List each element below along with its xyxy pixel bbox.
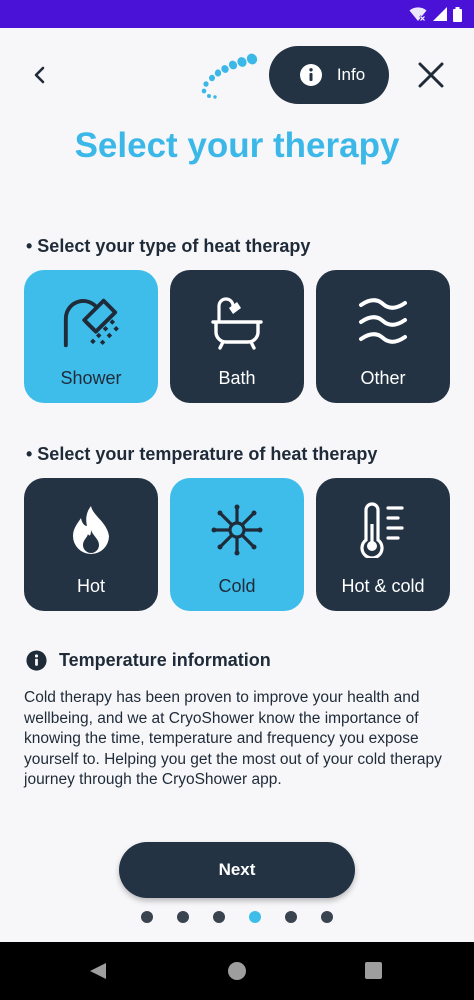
page-indicator <box>0 911 474 923</box>
wifi-icon <box>409 7 427 22</box>
temperature-option-label: Hot <box>76 576 105 596</box>
page-title: Select your therapy <box>74 126 400 165</box>
page-dot <box>285 911 297 923</box>
system-navigation-bar <box>0 942 474 1000</box>
chevron-left-icon <box>34 66 45 84</box>
info-button[interactable]: Info <box>269 46 389 104</box>
temperature-info-title: Temperature information <box>59 650 271 670</box>
therapy-option-label: Bath <box>218 368 256 388</box>
temperature-option-cold[interactable]: Cold <box>170 478 304 611</box>
close-button[interactable] <box>416 60 446 90</box>
snowflake-icon <box>211 504 263 556</box>
temperature-info-header: Temperature information <box>26 650 271 671</box>
status-bar <box>0 0 474 28</box>
temperature-option-hot[interactable]: Hot <box>24 478 158 611</box>
therapy-option-label: Shower <box>60 368 122 388</box>
temperature-heading: • Select your temperature of heat therap… <box>26 444 378 464</box>
temperature-option-label: Hot & cold <box>341 576 425 596</box>
cryoshower-logo-icon <box>201 53 258 99</box>
page-dot <box>213 911 225 923</box>
temperature-options: Hot Cold Hot & cold <box>24 478 450 611</box>
therapy-option-label: Other <box>360 368 406 388</box>
info-icon <box>299 64 322 86</box>
therapy-option-other[interactable]: Other <box>316 270 450 403</box>
back-button[interactable] <box>26 62 52 88</box>
therapy-option-shower[interactable]: Shower <box>24 270 158 403</box>
nav-recents-icon[interactable] <box>365 962 382 979</box>
page-dot <box>141 911 153 923</box>
info-button-label: Info <box>336 65 366 84</box>
nav-back-icon[interactable] <box>89 962 107 980</box>
therapy-type-options: Shower Bath Other <box>24 270 450 403</box>
page-dot-active <box>249 911 261 923</box>
temperature-option-label: Cold <box>218 576 256 596</box>
status-icons <box>409 6 462 22</box>
info-icon <box>26 650 47 671</box>
close-icon <box>418 62 444 88</box>
next-button[interactable]: Next <box>119 842 355 898</box>
flame-icon <box>73 506 109 554</box>
therapy-type-heading: • Select your type of heat therapy <box>26 236 311 256</box>
waves-icon <box>359 298 407 344</box>
bathtub-icon <box>211 297 263 350</box>
thermometer-icon <box>360 502 404 558</box>
nav-home-icon[interactable] <box>228 962 246 980</box>
page-dot <box>177 911 189 923</box>
signal-icon <box>433 7 447 21</box>
temperature-option-hot-and-cold[interactable]: Hot & cold <box>316 478 450 611</box>
page-dot <box>321 911 333 923</box>
therapy-option-bath[interactable]: Bath <box>170 270 304 403</box>
temperature-info-body: Cold therapy has been proven to improve … <box>24 689 442 788</box>
battery-icon <box>453 6 462 22</box>
shower-icon <box>63 298 119 348</box>
